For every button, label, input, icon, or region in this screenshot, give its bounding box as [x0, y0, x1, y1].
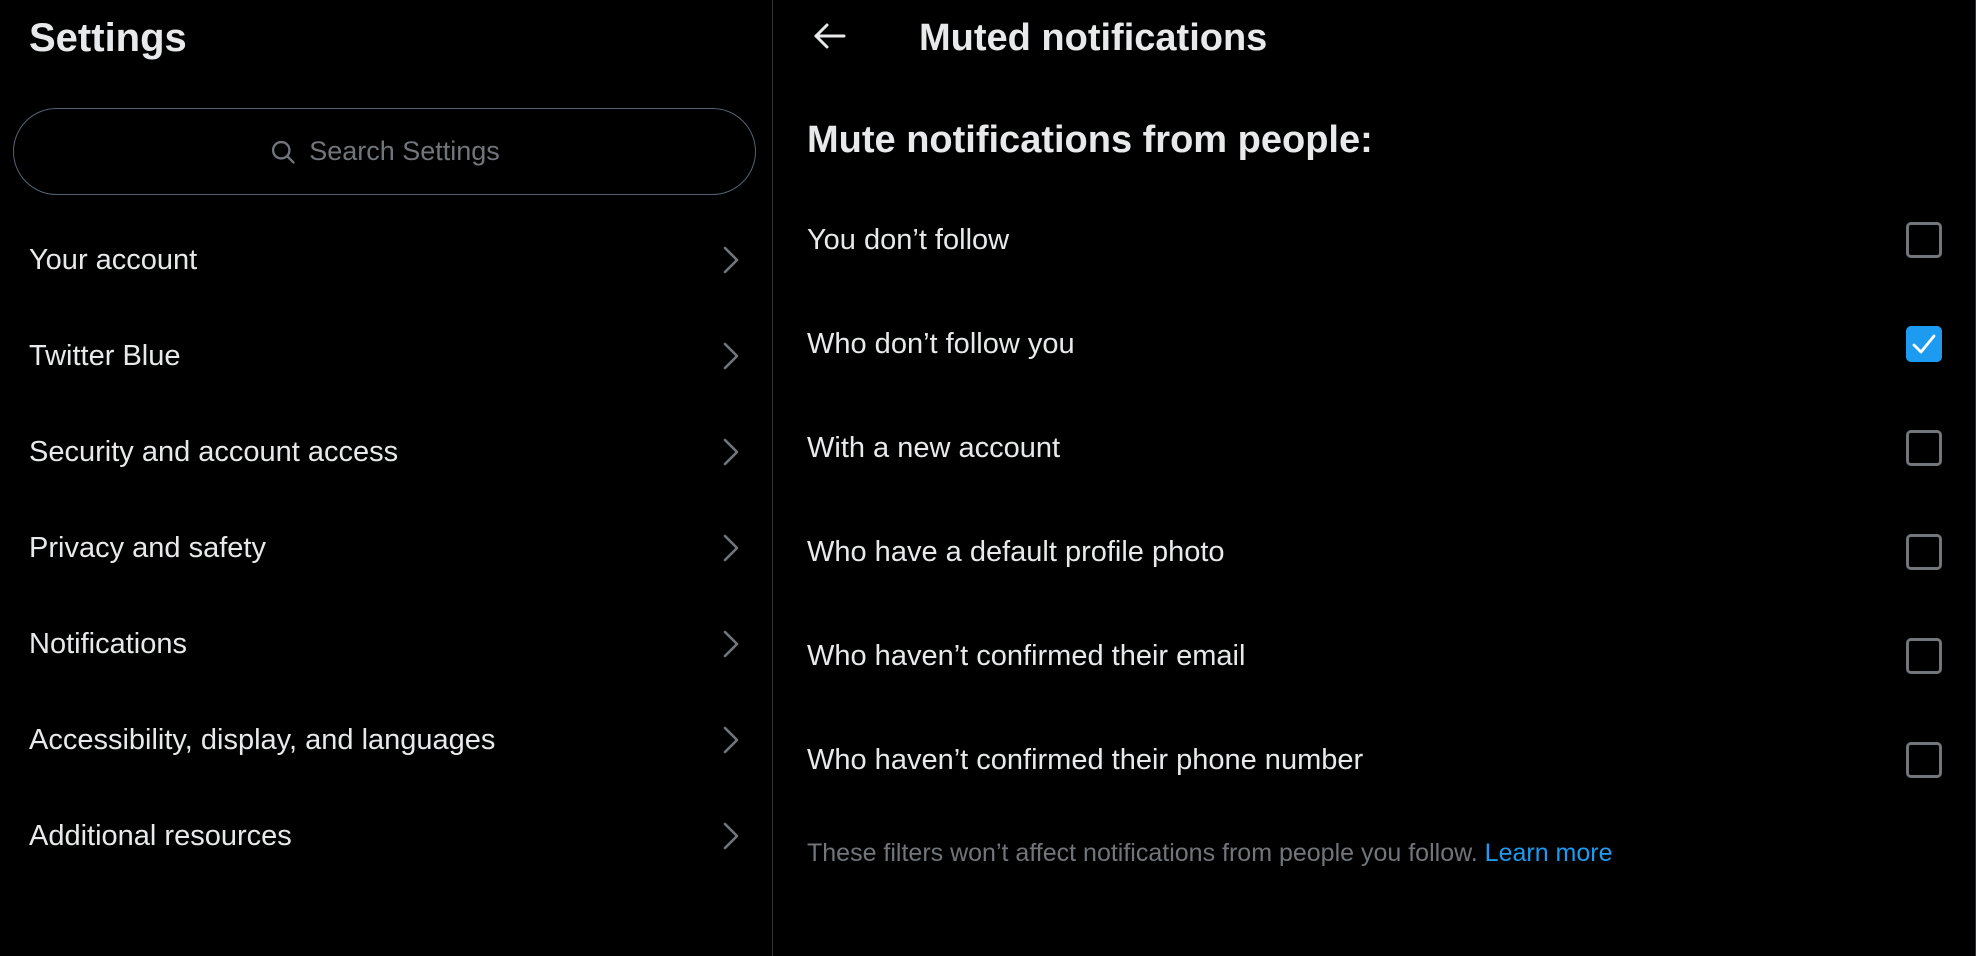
checkbox[interactable] [1906, 326, 1942, 362]
checkbox[interactable] [1906, 638, 1942, 674]
option-label: With a new account [807, 431, 1061, 464]
chevron-right-icon [720, 244, 742, 276]
chevron-right-icon [720, 820, 742, 852]
chevron-right-icon [720, 340, 742, 372]
checkmark-icon [1912, 334, 1936, 354]
checkbox[interactable] [1906, 742, 1942, 778]
arrow-left-icon [813, 22, 847, 55]
option-you-dont-follow[interactable]: You don’t follow [807, 200, 1945, 280]
muted-notifications-panel: Muted notifications Mute notifications f… [774, 0, 1976, 956]
sidebar-title: Settings [29, 16, 187, 60]
back-button[interactable] [806, 14, 854, 62]
option-label: Who haven’t confirmed their phone number [807, 743, 1364, 776]
option-new-account[interactable]: With a new account [807, 408, 1945, 488]
search-icon [269, 138, 297, 166]
sidebar-item-twitter-blue[interactable]: Twitter Blue [0, 308, 772, 404]
sidebar-item-label: Security and account access [29, 435, 399, 468]
page-title: Muted notifications [919, 17, 1268, 59]
sidebar-item-label: Twitter Blue [29, 339, 181, 372]
chevron-right-icon [720, 724, 742, 756]
chevron-right-icon [720, 532, 742, 564]
sidebar-item-label: Your account [29, 243, 198, 276]
option-who-dont-follow-you[interactable]: Who don’t follow you [807, 304, 1945, 384]
section-heading: Mute notifications from people: [807, 119, 1373, 161]
settings-app: Settings Search Settings Your account Tw… [0, 0, 1976, 956]
learn-more-link[interactable]: Learn more [1485, 839, 1613, 867]
sidebar-item-privacy[interactable]: Privacy and safety [0, 500, 772, 596]
sidebar-item-label: Additional resources [29, 819, 292, 852]
sidebar-item-label: Notifications [29, 627, 187, 660]
search-placeholder: Search Settings [309, 136, 500, 166]
option-label: Who haven’t confirmed their email [807, 639, 1246, 672]
filters-footnote: These filters won’t affect notifications… [807, 836, 1613, 870]
checkbox[interactable] [1906, 430, 1942, 466]
checkbox[interactable] [1906, 222, 1942, 258]
sidebar-item-label: Accessibility, display, and languages [29, 723, 496, 756]
option-unconfirmed-phone[interactable]: Who haven’t confirmed their phone number [807, 720, 1945, 800]
sidebar-item-your-account[interactable]: Your account [0, 212, 772, 308]
sidebar-item-notifications[interactable]: Notifications [0, 596, 772, 692]
sidebar-item-additional-resources[interactable]: Additional resources [0, 788, 772, 884]
search-settings-input[interactable]: Search Settings [13, 108, 756, 195]
settings-sidebar: Settings Search Settings Your account Tw… [0, 0, 773, 956]
option-label: Who don’t follow you [807, 327, 1075, 360]
option-label: Who have a default profile photo [807, 535, 1225, 568]
sidebar-item-label: Privacy and safety [29, 531, 266, 564]
sidebar-item-accessibility[interactable]: Accessibility, display, and languages [0, 692, 772, 788]
option-label: You don’t follow [807, 223, 1010, 256]
option-default-profile-photo[interactable]: Who have a default profile photo [807, 512, 1945, 592]
checkbox[interactable] [1906, 534, 1942, 570]
sidebar-item-security[interactable]: Security and account access [0, 404, 772, 500]
chevron-right-icon [720, 628, 742, 660]
footnote-text: These filters won’t affect notifications… [807, 839, 1485, 867]
option-unconfirmed-email[interactable]: Who haven’t confirmed their email [807, 616, 1945, 696]
chevron-right-icon [720, 436, 742, 468]
